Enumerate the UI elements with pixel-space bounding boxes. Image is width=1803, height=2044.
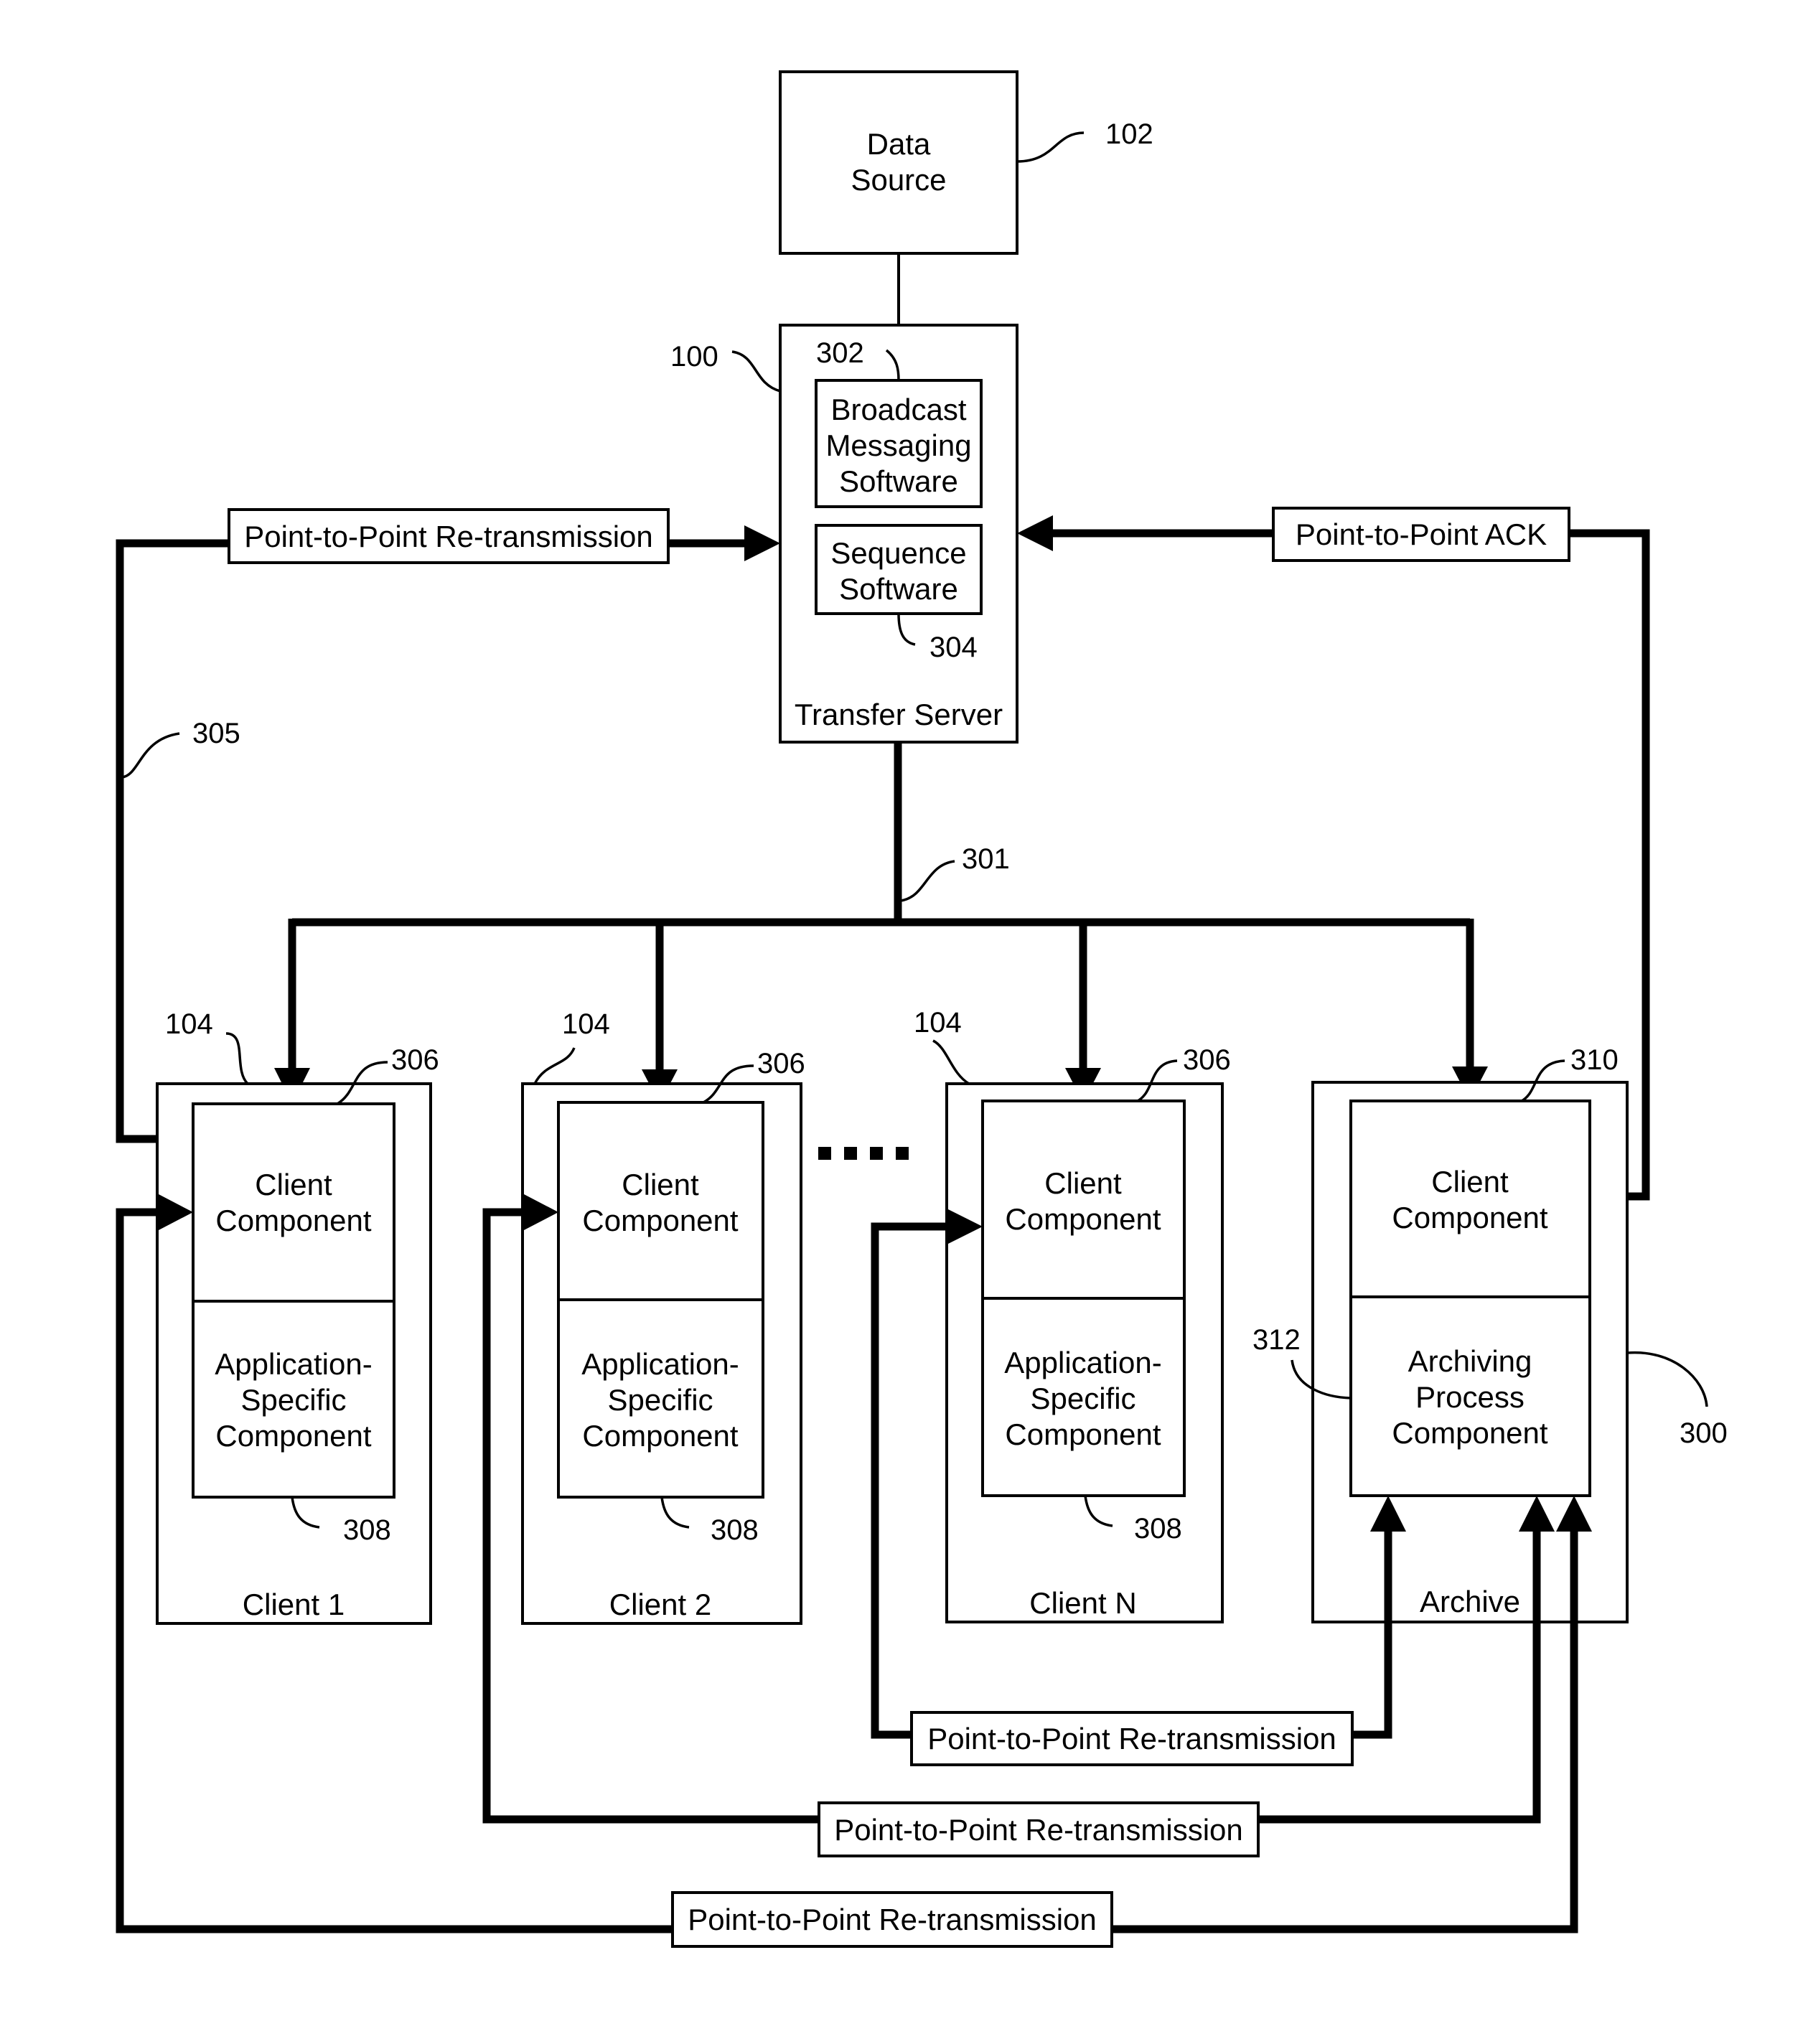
clientn-lower-line1: Application- [1004, 1346, 1161, 1379]
clientn-ref-308: 308 [1134, 1513, 1182, 1544]
clientn-ref-306: 306 [1183, 1044, 1231, 1076]
ref-305: 305 [192, 718, 240, 749]
client2-upper-line2: Component [582, 1204, 738, 1237]
clientn-title: Client N [1029, 1586, 1136, 1620]
client2-ref-308: 308 [711, 1514, 759, 1546]
clientn-lower-line3: Component [1005, 1417, 1161, 1451]
archive-lower-line2: Process [1415, 1380, 1525, 1414]
client1-title: Client 1 [243, 1588, 345, 1621]
broadcast-bus [274, 742, 1488, 1104]
client1-ref-308: 308 [343, 1514, 391, 1546]
retransmission-label-3: Point-to-Point Re-transmission [688, 1903, 1097, 1936]
archive-upper-line2: Component [1392, 1201, 1547, 1234]
data-source-label-line2: Source [851, 163, 946, 197]
sequence-line1: Sequence [830, 536, 966, 570]
client2-lower-line1: Application- [581, 1347, 739, 1381]
client2-ref-104: 104 [562, 1008, 610, 1040]
retransmission-label-2: Point-to-Point Re-transmission [834, 1813, 1243, 1847]
transfer-server-node: Broadcast Messaging Software Sequence So… [779, 324, 1018, 744]
ref-leader-102 [1016, 131, 1085, 163]
sequence-line2: Software [839, 572, 958, 606]
client1-lower-line2: Specific [240, 1383, 346, 1417]
arrow-right-transfer-server [744, 525, 780, 561]
ref-304: 304 [929, 632, 978, 663]
client2-lower-line2: Specific [607, 1383, 713, 1417]
client2-upper-line1: Client [622, 1168, 699, 1201]
broadcast-line3: Software [839, 464, 958, 498]
top-retransmission-path [116, 525, 780, 1157]
retransmission-label-1: Point-to-Point Re-transmission [927, 1722, 1336, 1755]
archive-lower-line1: Archiving [1408, 1344, 1532, 1378]
ref-100: 100 [670, 341, 718, 372]
client1-ref-leader-104 [225, 1032, 249, 1085]
broadcast-line2: Messaging [825, 428, 971, 462]
client1-ref-306: 306 [391, 1044, 439, 1076]
client2-lower-line3: Component [582, 1419, 738, 1453]
archive-lower-line3: Component [1392, 1416, 1547, 1450]
data-source-node: Data Source [779, 70, 1018, 255]
client1-upper-line1: Client [255, 1168, 332, 1201]
archive-upper-line1: Client [1431, 1165, 1509, 1199]
archive-ref-312: 312 [1252, 1324, 1301, 1356]
client1-lower-line3: Component [215, 1419, 371, 1453]
system-diagram: Data Source 102 Broadcast Messaging Soft… [116, 70, 1728, 1948]
client2-ref-306: 306 [757, 1048, 805, 1079]
client1-ref-104: 104 [165, 1008, 213, 1040]
transfer-server-title: Transfer Server [795, 698, 1003, 731]
archive-ref-310: 310 [1570, 1044, 1619, 1076]
client-2: Client Component Application- Specific C… [521, 1082, 802, 1625]
clientn-upper-line1: Client [1044, 1166, 1122, 1200]
ref-301: 301 [962, 843, 1010, 875]
ref-102: 102 [1105, 118, 1153, 150]
broadcast-line1: Broadcast [830, 393, 966, 426]
ref-leader-100 [731, 350, 781, 393]
ellipsis-dots [818, 1147, 909, 1160]
client1-lower-line1: Application- [215, 1347, 372, 1381]
archive-ref-leader-300 [1626, 1351, 1708, 1407]
clientn-lower-line2: Specific [1030, 1382, 1135, 1415]
archive: Client Component Archiving Process Compo… [1311, 1081, 1629, 1623]
top-retransmission-label: Point-to-Point Re-transmission [244, 520, 653, 553]
data-source-label-line1: Data [867, 127, 931, 161]
archive-ref-300: 300 [1680, 1417, 1728, 1449]
client2-ref-leader-104 [533, 1047, 576, 1084]
clientn-upper-line2: Component [1005, 1202, 1161, 1236]
arrow-left-transfer-server [1017, 515, 1053, 551]
clientn-ref-leader-104 [932, 1039, 970, 1085]
ack-label: Point-to-Point ACK [1296, 517, 1547, 551]
client2-title: Client 2 [609, 1588, 711, 1621]
ref-302: 302 [816, 337, 864, 369]
ref-leader-301 [900, 860, 955, 902]
ref-leader-305 [121, 732, 180, 779]
client1-upper-line2: Component [215, 1204, 371, 1237]
clientn-ref-104: 104 [914, 1007, 962, 1039]
archive-title: Archive [1420, 1585, 1520, 1618]
